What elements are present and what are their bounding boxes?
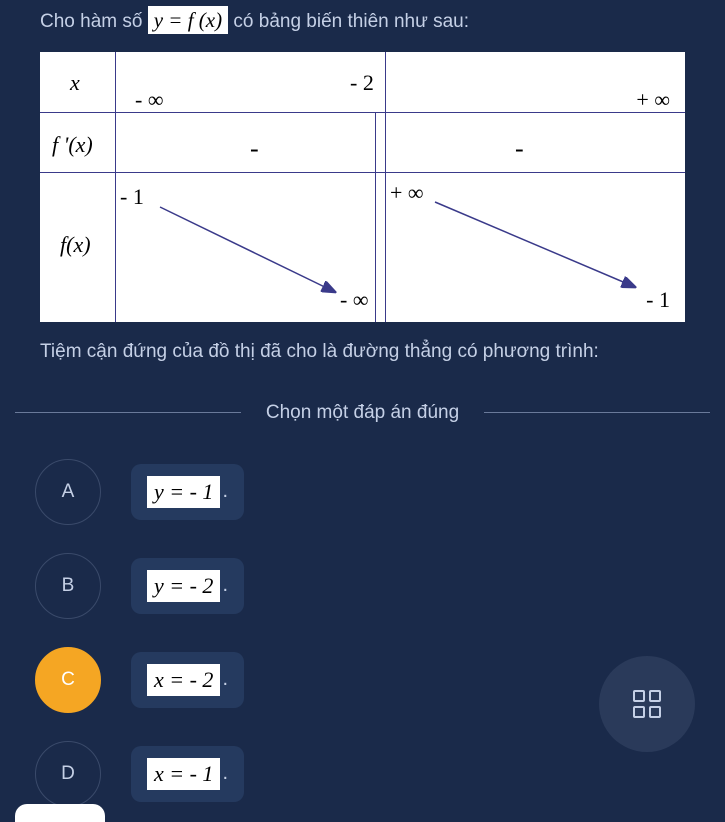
divider-text: Chọn một đáp án đúng	[241, 402, 484, 424]
question-prompt: Cho hàm số y = f (x) có bảng biến thiên …	[15, 0, 710, 42]
answer-divider: Chọn một đáp án đúng	[15, 402, 710, 424]
option-letter-d[interactable]: D	[35, 741, 101, 807]
grid-icon	[633, 690, 661, 718]
question-suffix: có bảng biến thiên như sau:	[233, 11, 469, 32]
option-formula-b: y = - 2	[147, 570, 220, 602]
option-formula-wrap: x = - 1.	[131, 746, 244, 802]
option-formula-wrap: y = - 1.	[131, 464, 244, 520]
option-d[interactable]: D x = - 1.	[35, 741, 710, 807]
question-after: Tiệm cận đứng của đồ thị đã cho là đường…	[15, 332, 710, 372]
variation-table: x - ∞ - 2 + ∞ f '(x) - - f(x) - 1 - ∞ + …	[40, 52, 685, 322]
grid-menu-button[interactable]	[599, 656, 695, 752]
option-formula-wrap: x = - 2.	[131, 652, 244, 708]
bottom-tab	[15, 804, 105, 822]
option-letter-a[interactable]: A	[35, 459, 101, 525]
option-formula-wrap: y = - 2.	[131, 558, 244, 614]
option-b[interactable]: B y = - 2.	[35, 553, 710, 619]
option-letter-c[interactable]: C	[35, 647, 101, 713]
option-formula-d: x = - 1	[147, 758, 220, 790]
option-formula-a: y = - 1	[147, 476, 220, 508]
options-list: A y = - 1. B y = - 2. C x = - 2. D x = -…	[15, 459, 710, 807]
question-prefix: Cho hàm số	[40, 11, 148, 32]
question-formula: y = f (x)	[148, 6, 228, 34]
option-letter-b[interactable]: B	[35, 553, 101, 619]
option-a[interactable]: A y = - 1.	[35, 459, 710, 525]
vt-arrows	[40, 52, 685, 322]
option-formula-c: x = - 2	[147, 664, 220, 696]
